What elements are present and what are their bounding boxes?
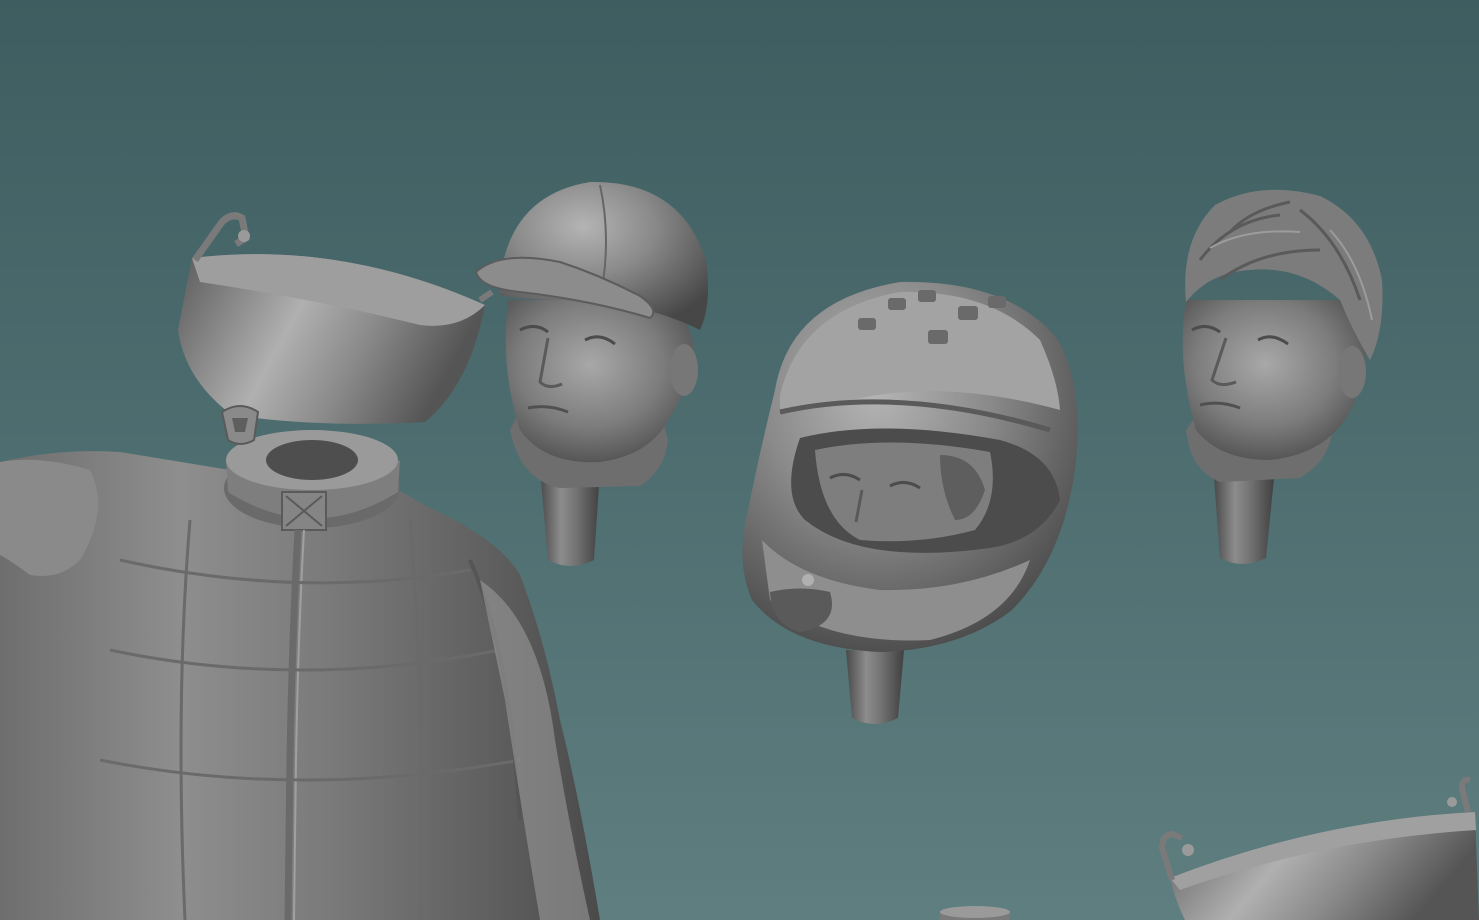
scene-canvas[interactable] bbox=[0, 0, 1479, 920]
3d-viewport[interactable] bbox=[0, 0, 1479, 920]
small-part-bottom-model[interactable] bbox=[940, 906, 1010, 920]
